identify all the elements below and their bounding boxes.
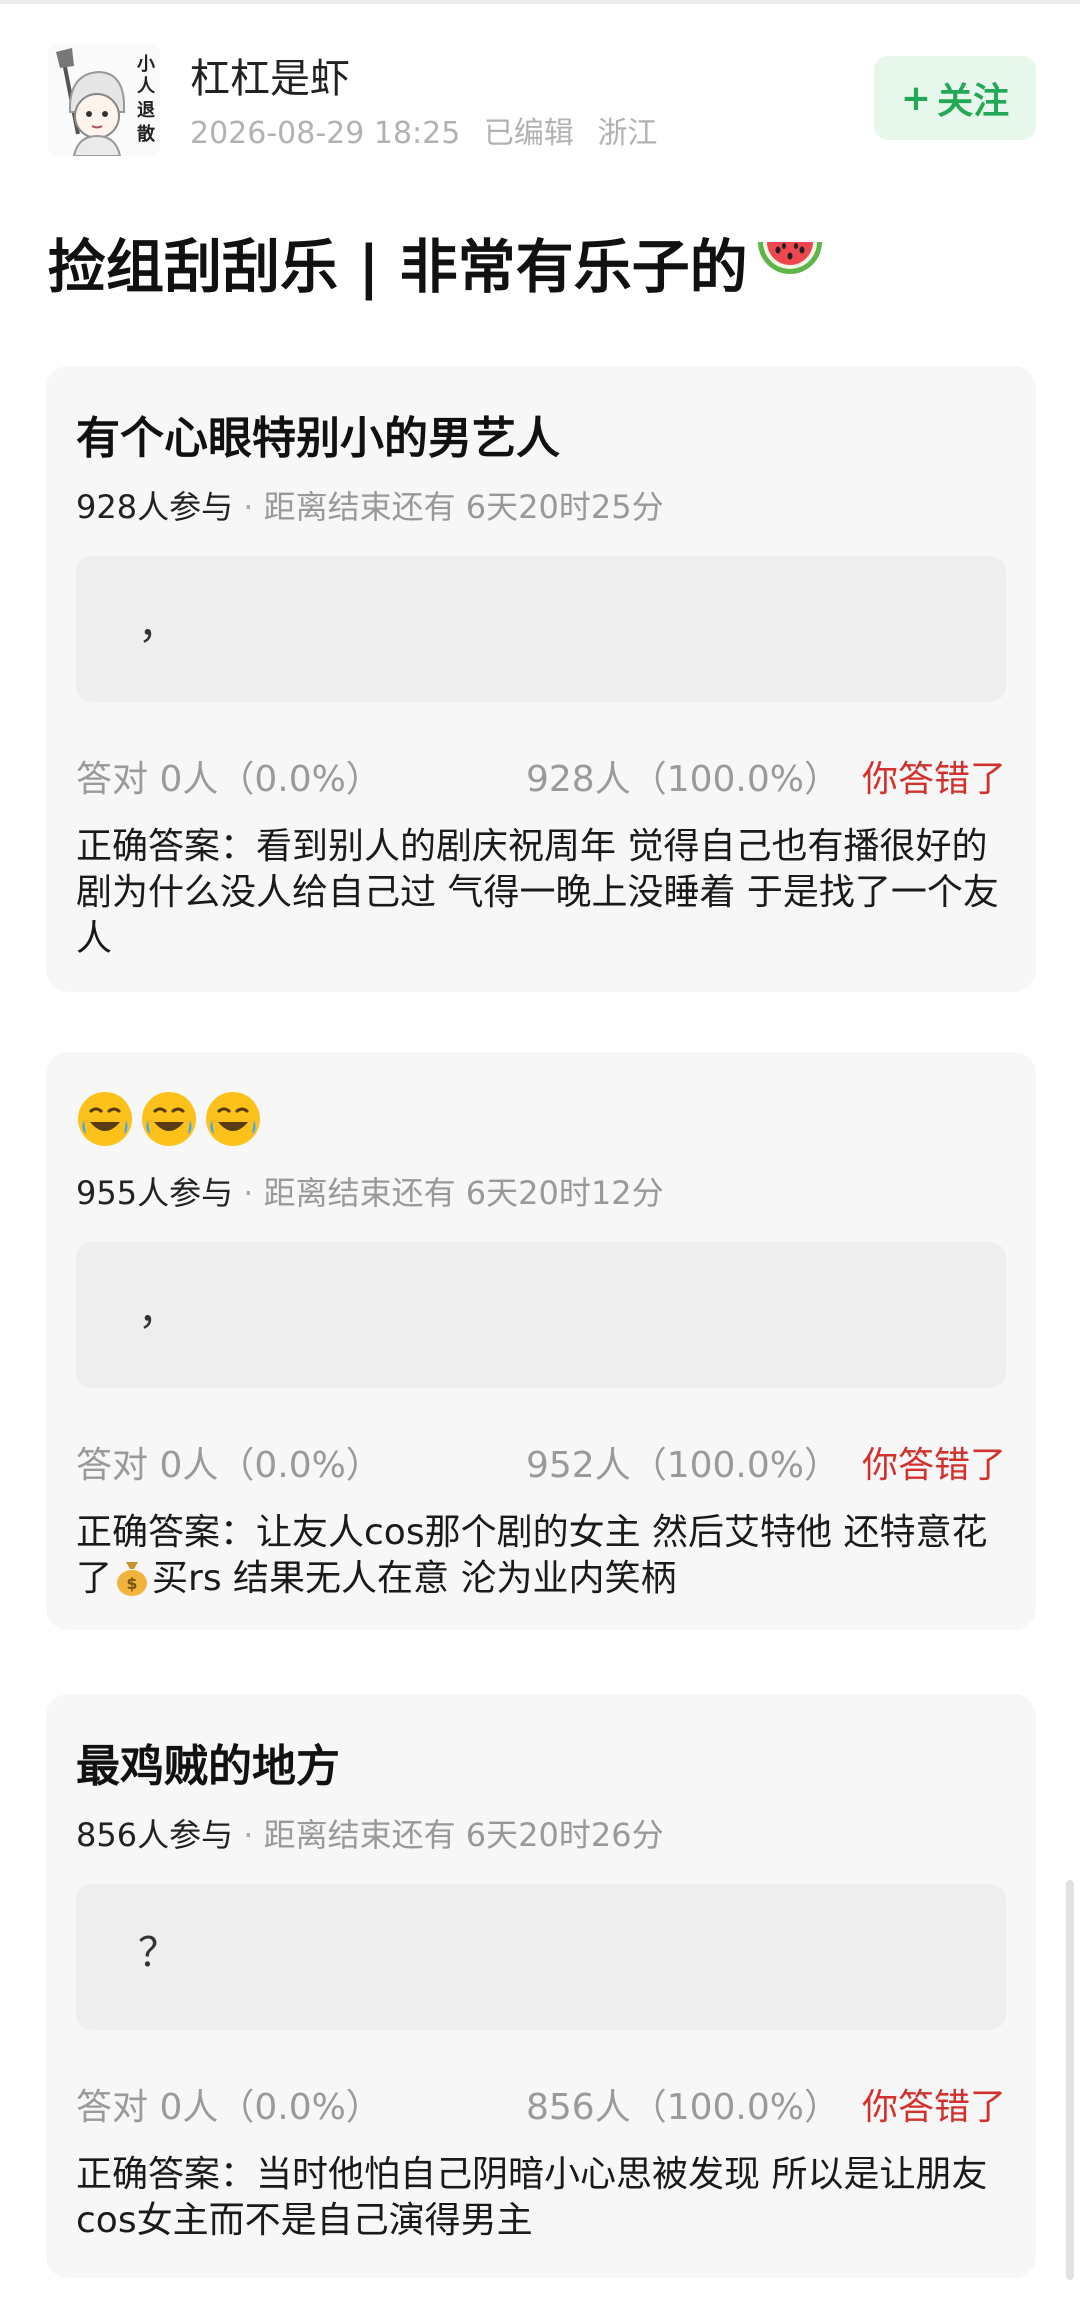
answer-option[interactable]: ？ — [76, 1884, 1006, 2030]
quiz-stats: 答对 0人（0.0%） 856人（100.0%） 你答错了 — [76, 2078, 1006, 2128]
post-date: 2026-08-29 18:25 — [190, 116, 461, 151]
time-remaining: 距离结束还有 6天20时25分 — [263, 488, 664, 526]
correct-stat: 答对 0人（0.0%） — [76, 2087, 382, 2128]
correct-stat: 答对 0人（0.0%） — [76, 1445, 382, 1486]
quiz-meta: 955人参与 · 距离结束还有 6天20时12分 — [76, 1168, 664, 1214]
meta-separator: · — [233, 1174, 264, 1212]
author-name[interactable]: 杠杠是虾 — [190, 46, 350, 104]
post-title: 捡组刮刮乐 | 非常有乐子的 — [48, 220, 826, 304]
time-remaining: 距离结束还有 6天20时26分 — [263, 1816, 664, 1854]
quiz-question: 有个心眼特别小的男艺人 — [76, 413, 560, 464]
answer-option[interactable]: ， — [76, 1242, 1006, 1388]
correct-stat: 答对 0人（0.0%） — [76, 759, 382, 800]
watermelon-icon — [757, 242, 822, 274]
quiz-question: 最鸡贼的地方 — [76, 1741, 340, 1792]
wrong-stat: 952人（100.0%） — [526, 1445, 840, 1486]
participant-count: 856人参与 — [76, 1816, 234, 1854]
plus-icon: + — [900, 77, 932, 119]
edited-label: 已编辑 — [483, 116, 574, 151]
answer-text: ？ — [138, 1930, 178, 1976]
result-label: 你答错了 — [861, 2087, 1006, 2128]
scrollbar[interactable] — [1066, 1880, 1074, 2280]
correct-answer-text: 正确答案：让友人cos那个剧的女主 然后艾特他 还特意花了 $ 买rs 结果无人… — [76, 1510, 1006, 1602]
follow-button[interactable]: + 关注 — [874, 56, 1036, 140]
quiz-meta: 928人参与 · 距离结束还有 6天20时25分 — [76, 482, 664, 528]
quiz-card: 955人参与 · 距离结束还有 6天20时12分 ， 答对 0人（0.0%） 9… — [46, 1052, 1036, 1630]
svg-text:散: 散 — [137, 123, 156, 145]
result-label: 你答错了 — [861, 759, 1006, 800]
quiz-question — [76, 1090, 268, 1148]
follow-label: 关注 — [937, 81, 1010, 122]
correct-answer-text: 正确答案：看到别人的剧庆祝周年 觉得自己也有播很好的剧为什么没人给自己过 气得一… — [76, 826, 999, 959]
result-label: 你答错了 — [861, 1445, 1006, 1486]
page: 小 人 退 散 杠杠是虾 2026-08-29 18:25 已编辑 浙江 + 关… — [0, 0, 1080, 2299]
rolling-laughing-icon — [142, 1092, 196, 1146]
quiz-card: 最鸡贼的地方 856人参与 · 距离结束还有 6天20时26分 ？ 答对 0人（… — [46, 1694, 1036, 2278]
answer-text: ， — [138, 1288, 178, 1334]
svg-text:$: $ — [126, 1574, 137, 1593]
participant-count: 955人参与 — [76, 1174, 234, 1212]
wrong-stat: 856人（100.0%） — [526, 2087, 840, 2128]
meta-separator: · — [233, 488, 264, 526]
wrong-stat: 928人（100.0%） — [526, 759, 840, 800]
post-header: 小 人 退 散 杠杠是虾 2026-08-29 18:25 已编辑 浙江 + 关… — [48, 40, 1038, 160]
svg-text:人: 人 — [137, 76, 156, 97]
meta-separator: · — [233, 1816, 264, 1854]
avatar-image: 小 人 退 散 — [48, 44, 160, 156]
explanation-part-2: 买rs 结果无人在意 沦为业内笑柄 — [152, 1558, 677, 1599]
quiz-stats: 答对 0人（0.0%） 952人（100.0%） 你答错了 — [76, 1436, 1006, 1486]
top-divider — [0, 0, 1080, 4]
rolling-laughing-icon — [206, 1092, 260, 1146]
quiz-meta: 856人参与 · 距离结束还有 6天20时26分 — [76, 1810, 664, 1856]
post-title-text: 捡组刮刮乐 | 非常有乐子的 — [48, 233, 748, 301]
time-remaining: 距离结束还有 6天20时12分 — [263, 1174, 664, 1212]
answer-text: ， — [138, 602, 178, 648]
rolling-laughing-icon — [78, 1092, 132, 1146]
svg-text:退: 退 — [137, 100, 155, 121]
money-bag-icon: $ — [117, 1562, 148, 1596]
post-meta: 2026-08-29 18:25 已编辑 浙江 — [190, 108, 671, 152]
quiz-card: 有个心眼特别小的男艺人 928人参与 · 距离结束还有 6天20时25分 ， 答… — [46, 366, 1036, 992]
participant-count: 928人参与 — [76, 488, 234, 526]
answer-option[interactable]: ， — [76, 556, 1006, 702]
quiz-stats: 答对 0人（0.0%） 928人（100.0%） 你答错了 — [76, 750, 1006, 800]
avatar[interactable]: 小 人 退 散 — [48, 44, 160, 156]
correct-answer-text: 正确答案：当时他怕自己阴暗小心思被发现 所以是让朋友cos女主而不是自己演得男主 — [76, 2154, 988, 2241]
post-location: 浙江 — [597, 116, 658, 151]
svg-text:小: 小 — [137, 54, 155, 75]
